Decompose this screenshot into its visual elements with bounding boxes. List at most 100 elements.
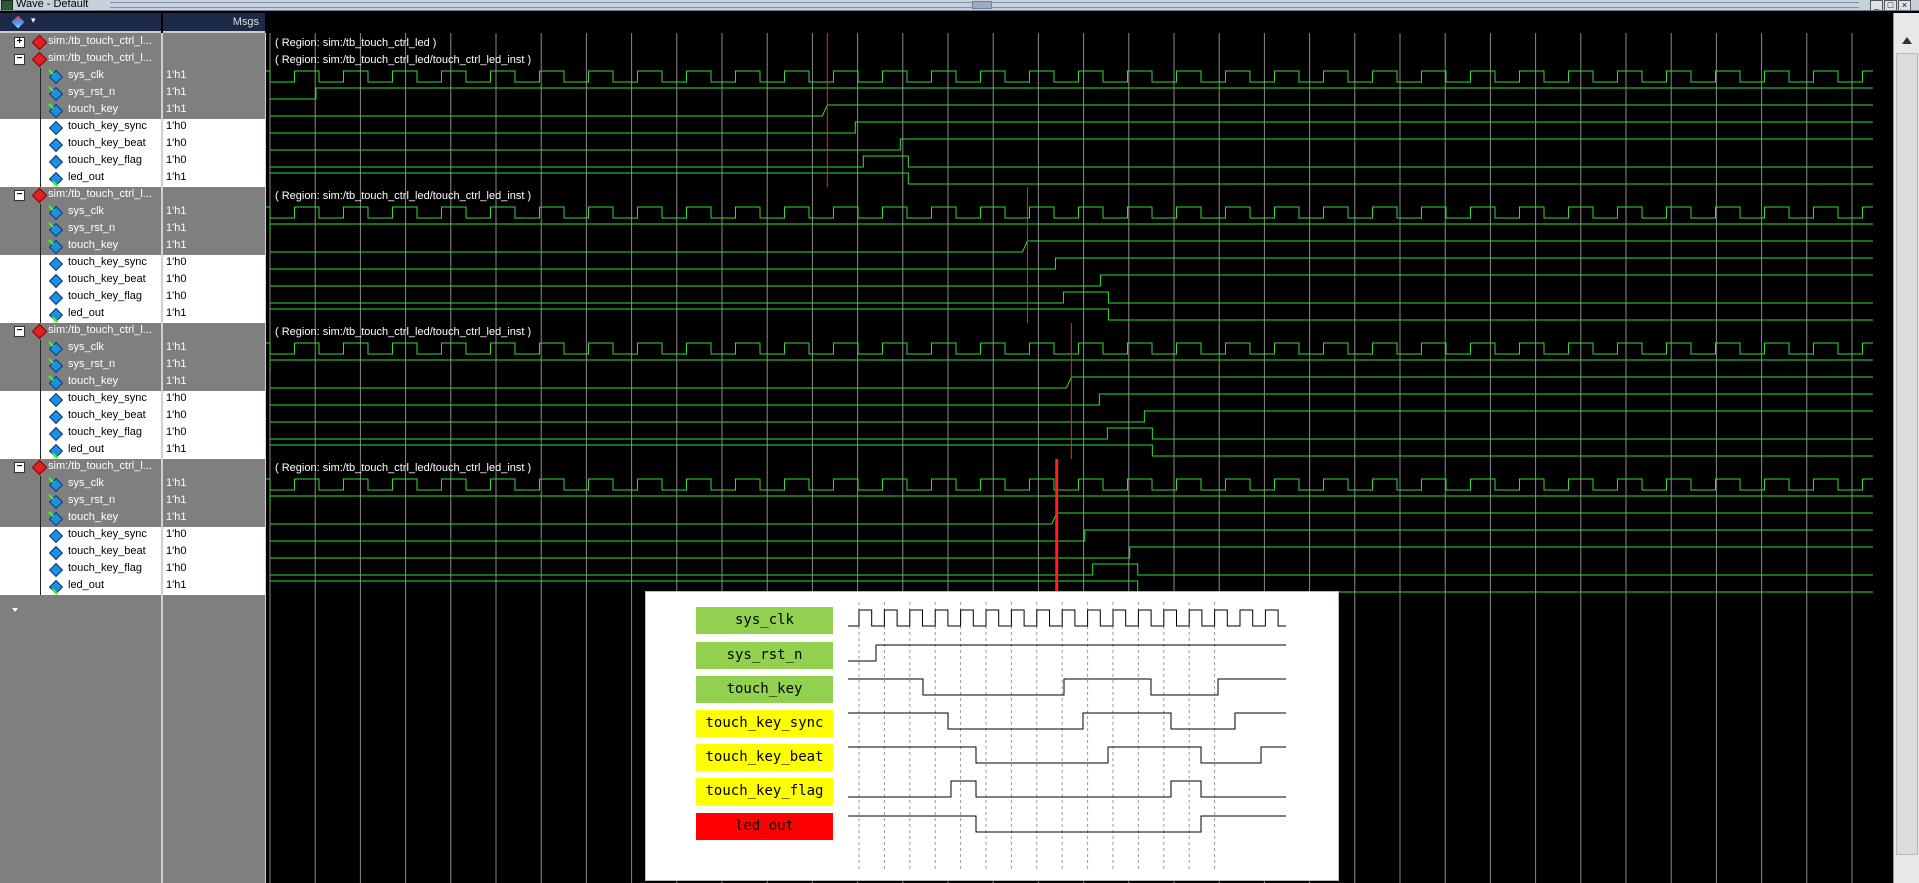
waveform-sys_rst_n[interactable] xyxy=(269,495,1873,507)
minimize-button[interactable]: _ xyxy=(1870,0,1883,10)
waveform-sys_clk[interactable] xyxy=(266,342,1873,355)
signal-group-3-header[interactable]: − sim:/tb_touch_ctrl_l... xyxy=(0,323,161,340)
region-icon xyxy=(31,51,48,68)
waveform-touch_key[interactable] xyxy=(270,512,1873,525)
names-column-header[interactable]: ▾ xyxy=(0,13,161,33)
signal-row-touch_key_flag[interactable]: touch_key_flag xyxy=(0,561,161,578)
output-port-icon xyxy=(48,443,64,459)
signal-row-touch_key_beat[interactable]: touch_key_beat xyxy=(0,408,161,425)
signal-value: 1'h1 xyxy=(166,341,187,353)
waveform-touch_key_flag[interactable] xyxy=(270,563,1873,576)
waveform-sys_rst_n[interactable] xyxy=(270,87,1873,100)
waveform-sys_clk[interactable] xyxy=(266,206,1873,219)
signal-group-1-header[interactable]: − sim:/tb_touch_ctrl_l... xyxy=(0,51,161,68)
signal-value: 1'h0 xyxy=(166,562,187,574)
signal-row-sys_rst_n[interactable]: sys_rst_n xyxy=(0,85,161,102)
signal-row-touch_key_beat[interactable]: touch_key_beat xyxy=(0,136,161,153)
signal-row-touch_key[interactable]: touch_key xyxy=(0,374,161,391)
signal-name: led_out xyxy=(68,171,105,183)
timing-wave-touch_key_flag xyxy=(848,780,1286,798)
waveform-touch_key_beat[interactable] xyxy=(270,274,1873,287)
signal-row-touch_key_sync[interactable]: touch_key_sync xyxy=(0,255,161,272)
scroll-up-icon[interactable] xyxy=(1902,37,1912,44)
signal-names-pane[interactable]: + sim:/tb_touch_ctrl_l... − sim:/tb_touch_c… xyxy=(0,33,163,883)
signal-row-sys_clk[interactable]: sys_clk xyxy=(0,476,161,493)
signal-row-led_out[interactable]: led_out xyxy=(0,306,161,323)
tree-connector xyxy=(40,85,41,102)
collapse-minus-icon[interactable]: − xyxy=(14,326,25,337)
signal-value-touch_key_sync: 1'h0 xyxy=(163,391,265,408)
signal-row-touch_key_sync[interactable]: touch_key_sync xyxy=(0,119,161,136)
region-name: sim:/tb_touch_ctrl_l... xyxy=(48,35,152,47)
signal-row-sys_rst_n[interactable]: sys_rst_n xyxy=(0,493,161,510)
maximize-button[interactable]: □ xyxy=(1884,0,1897,10)
internal-signal-icon xyxy=(48,290,64,306)
internal-signal-icon xyxy=(48,528,64,544)
input-port-icon xyxy=(48,69,64,85)
signal-row-touch_key[interactable]: touch_key xyxy=(0,510,161,527)
signal-name: touch_key_beat xyxy=(68,137,146,149)
signal-value: 1'h1 xyxy=(166,358,187,370)
region-icon xyxy=(31,34,48,51)
signal-row-sys_clk[interactable]: sys_clk xyxy=(0,204,161,221)
signal-value-touch_key_beat: 1'h0 xyxy=(163,272,265,289)
signal-row-touch_key_flag[interactable]: touch_key_flag xyxy=(0,153,161,170)
titlebar-grip-knob[interactable] xyxy=(972,1,992,9)
signal-name: sys_clk xyxy=(68,477,105,489)
signal-value-led_out: 1'h1 xyxy=(163,170,265,187)
waveform-touch_key_flag[interactable] xyxy=(270,291,1873,304)
signal-values-pane[interactable]: 1'h1 1'h1 1'h1 1'h0 1'h0 1'h0 1'h1 1'h1 1'h1 1'h1… xyxy=(163,33,267,883)
signal-row-sys_rst_n[interactable]: sys_rst_n xyxy=(0,357,161,374)
signal-row-touch_key_flag[interactable]: touch_key_flag xyxy=(0,289,161,306)
signal-value-touch_key_flag: 1'h0 xyxy=(163,425,265,442)
signal-row-led_out[interactable]: led_out xyxy=(0,170,161,187)
waveform-touch_key[interactable] xyxy=(270,240,1873,253)
tree-connector xyxy=(40,68,41,85)
expand-plus-icon[interactable]: + xyxy=(14,37,25,48)
top-region-row[interactable]: + sim:/tb_touch_ctrl_l... xyxy=(0,34,161,51)
signal-row-touch_key_sync[interactable]: touch_key_sync xyxy=(0,391,161,408)
scrollbar-thumb[interactable] xyxy=(1896,53,1918,855)
collapse-minus-icon[interactable]: − xyxy=(14,54,25,65)
waveform-touch_key_flag[interactable] xyxy=(270,155,1873,168)
tree-connector xyxy=(40,204,41,221)
signal-group-2-header[interactable]: − sim:/tb_touch_ctrl_l... xyxy=(0,187,161,204)
signal-value: 1'h0 xyxy=(166,545,187,557)
signal-name: sys_rst_n xyxy=(68,222,116,234)
timing-wave-sys_rst_n xyxy=(848,644,1286,662)
signal-row-touch_key_beat[interactable]: touch_key_beat xyxy=(0,272,161,289)
collapse-minus-icon[interactable]: − xyxy=(14,190,25,201)
signal-row-led_out[interactable]: led_out xyxy=(0,442,161,459)
input-port-icon xyxy=(48,222,64,238)
close-button[interactable]: × xyxy=(1898,0,1911,10)
waveform-sys_rst_n[interactable] xyxy=(269,223,1873,235)
chevron-down-icon[interactable]: ▾ xyxy=(31,15,36,26)
collapse-minus-icon[interactable]: − xyxy=(14,462,25,473)
waveform-touch_key_beat[interactable] xyxy=(270,138,1873,151)
waveform-touch_key_sync[interactable] xyxy=(270,529,1873,542)
signal-view-icon[interactable] xyxy=(11,15,25,29)
waveform-sys_clk[interactable] xyxy=(266,478,1873,491)
signal-value: 1'h1 xyxy=(166,579,187,591)
signal-row-touch_key_flag[interactable]: touch_key_flag xyxy=(0,425,161,442)
waveform-touch_key_sync[interactable] xyxy=(270,257,1873,270)
waveform-touch_key_sync[interactable] xyxy=(270,121,1873,134)
tree-connector xyxy=(40,510,41,527)
signal-row-touch_key[interactable]: touch_key xyxy=(0,102,161,119)
signal-row-touch_key[interactable]: touch_key xyxy=(0,238,161,255)
signal-name: touch_key xyxy=(68,511,119,523)
signal-group-4-header[interactable]: − sim:/tb_touch_ctrl_l... xyxy=(0,459,161,476)
waveform-led_out[interactable] xyxy=(270,308,1873,321)
signal-row-sys_clk[interactable]: sys_clk xyxy=(0,340,161,357)
signal-row-touch_key_beat[interactable]: touch_key_beat xyxy=(0,544,161,561)
signal-row-sys_rst_n[interactable]: sys_rst_n xyxy=(0,221,161,238)
waveform-touch_key[interactable] xyxy=(270,104,1873,117)
signal-row-touch_key_sync[interactable]: touch_key_sync xyxy=(0,527,161,544)
signal-row-sys_clk[interactable]: sys_clk xyxy=(0,68,161,85)
tree-connector xyxy=(40,493,41,510)
waveform-touch_key_beat[interactable] xyxy=(270,546,1873,559)
waveform-sys_clk[interactable] xyxy=(266,70,1873,83)
waveform-led_out[interactable] xyxy=(270,172,1873,185)
signal-row-led_out[interactable]: led_out xyxy=(0,578,161,595)
vertical-scrollbar[interactable] xyxy=(1893,13,1919,883)
